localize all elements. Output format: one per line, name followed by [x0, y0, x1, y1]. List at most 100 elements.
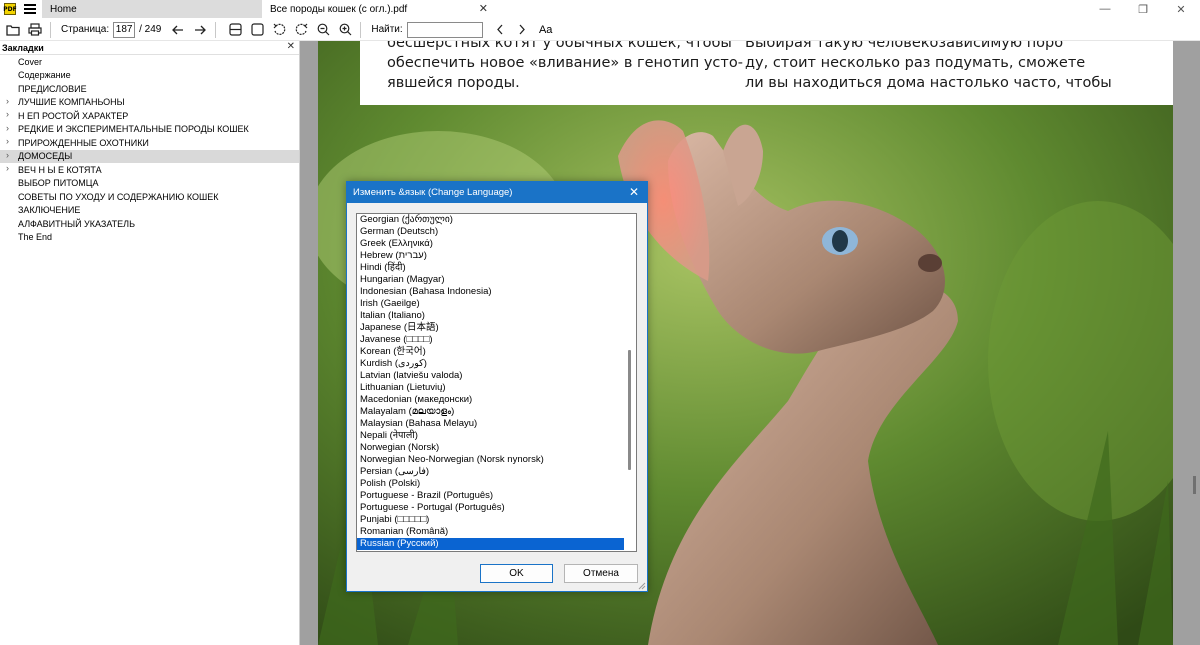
bookmark-item[interactable]: › ДОМОСЕДЫ [0, 149, 299, 163]
text-column-right: Выбирая такую человекозависимую поро ду, … [745, 41, 1112, 93]
language-option[interactable]: Korean (한국어) [357, 346, 636, 358]
bookmark-item[interactable]: ВЫБОР ПИТОМЦА [0, 177, 299, 191]
dialog-title: Изменить &язык (Change Language) [353, 187, 513, 198]
dialog-title-bar: Изменить &язык (Change Language) ✕ [347, 182, 647, 203]
expand-chevron-icon[interactable]: › [6, 136, 9, 146]
language-option[interactable]: Russian (Русский) [357, 538, 625, 550]
page-total: / 249 [139, 24, 162, 35]
page-label: Страница: [61, 24, 110, 35]
language-option[interactable]: Macedonian (македонски) [357, 394, 636, 406]
language-option[interactable]: Kurdish (کوردی) [357, 358, 636, 370]
bookmark-item[interactable]: ЗАКЛЮЧЕНИЕ [0, 204, 299, 218]
page-text-strip: бесшерстных котят у обычных кошек, чтобы… [360, 41, 1173, 105]
bookmark-item[interactable]: Содержание [0, 69, 299, 83]
window-close-button[interactable]: ✕ [1162, 3, 1200, 16]
language-option[interactable]: Georgian (ქართული) [357, 214, 636, 226]
toolbar-divider [215, 21, 217, 38]
language-option[interactable]: Lithuanian (Lietuvių) [357, 382, 636, 394]
language-option[interactable]: Punjabi (□□□□□) [357, 514, 636, 526]
language-list-scroll-thumb[interactable] [628, 350, 631, 470]
language-option[interactable]: Polish (Polski) [357, 478, 636, 490]
bookmark-item[interactable]: АЛФАВИТНЫЙ УКАЗАТЕЛЬ [0, 217, 299, 231]
text-line: обеспечить новое «вливание» в генотип ус… [387, 55, 743, 71]
bookmark-item[interactable]: › ПРИРОЖДЕННЫЕ ОХОТНИКИ [0, 136, 299, 150]
language-option[interactable]: Malayalam (മലയാളം) [357, 406, 636, 418]
dialog-close-icon[interactable]: ✕ [629, 185, 639, 199]
bookmark-item[interactable]: СОВЕТЫ ПО УХОДУ И СОДЕРЖАНИЮ КОШЕК [0, 190, 299, 204]
language-option[interactable]: German (Deutsch) [357, 226, 636, 238]
cancel-button[interactable]: Отмена [564, 564, 638, 583]
language-option[interactable]: Hebrew (עברית) [357, 250, 636, 262]
toolbar-divider [360, 21, 362, 38]
minimize-button[interactable]: — [1086, 3, 1124, 16]
language-option[interactable]: Persian (فارسی) [357, 466, 636, 478]
bookmark-item[interactable]: › Н ЕП РОСТОЙ ХАРАКТЕР [0, 109, 299, 123]
bookmark-list: Cover Содержание ПРЕДИСЛОВИЕ › ЛУЧШИЕ КОМПАН… [0, 55, 299, 244]
tab-document[interactable]: Все породы кошек (с огл.).pdf ✕ [262, 0, 494, 18]
find-next-icon[interactable] [513, 21, 531, 39]
language-option[interactable]: Javanese (□□□□) [357, 334, 636, 346]
bookmark-item[interactable]: The End [0, 231, 299, 245]
language-option[interactable]: Norwegian (Norsk) [357, 442, 636, 454]
menu-icon[interactable] [24, 4, 36, 14]
rotate-left-icon[interactable] [270, 21, 288, 39]
print-icon[interactable] [26, 21, 44, 39]
bookmarks-header: Закладки ✕ [0, 41, 299, 55]
zoom-in-icon[interactable] [336, 21, 354, 39]
fit-page-icon[interactable] [226, 21, 244, 39]
language-option[interactable]: Hindi (हिंदी) [357, 262, 636, 274]
fit-width-icon[interactable] [248, 21, 266, 39]
language-option[interactable]: Indonesian (Bahasa Indonesia) [357, 286, 636, 298]
change-language-dialog: Изменить &язык (Change Language) ✕ Georg… [346, 181, 648, 592]
language-option[interactable]: Hungarian (Magyar) [357, 274, 636, 286]
bookmark-item[interactable]: ПРЕДИСЛОВИЕ [0, 82, 299, 96]
tab-close-icon[interactable]: ✕ [479, 2, 488, 15]
language-option[interactable]: Portuguese - Brazil (Português) [357, 490, 636, 502]
language-option[interactable]: Norwegian Neo-Norwegian (Norsk nynorsk) [357, 454, 636, 466]
arrow-right-icon[interactable] [191, 21, 209, 39]
tab-home[interactable]: Home [42, 0, 262, 18]
bookmark-item[interactable]: › ЛУЧШИЕ КОМПАНЬОНЫ [0, 96, 299, 110]
language-option[interactable]: Malaysian (Bahasa Melayu) [357, 418, 636, 430]
bookmark-item[interactable]: › РЕДКИЕ И ЭКСПЕРИМЕНТАЛЬНЫЕ ПОРОДЫ КОШЕК [0, 123, 299, 137]
match-case-icon[interactable]: Aa [535, 21, 557, 39]
expand-chevron-icon[interactable]: › [6, 163, 9, 173]
bookmark-label: РЕДКИЕ И ЭКСПЕРИМЕНТАЛЬНЫЕ ПОРОДЫ КОШЕК [18, 124, 249, 135]
bookmarks-close-icon[interactable]: ✕ [287, 41, 295, 52]
ok-button[interactable]: OK [480, 564, 553, 583]
page-number-input[interactable] [113, 21, 136, 38]
arrow-left-icon[interactable] [169, 21, 187, 39]
language-option[interactable]: Italian (Italiano) [357, 310, 636, 322]
expand-chevron-icon[interactable]: › [6, 109, 9, 119]
bookmarks-panel: Закладки ✕ Cover Содержание ПРЕДИСЛОВИЕ › ЛУ… [0, 41, 300, 645]
find-input[interactable] [406, 21, 483, 38]
expand-chevron-icon[interactable]: › [6, 123, 9, 133]
rotate-right-icon[interactable] [292, 21, 310, 39]
bookmark-item[interactable]: Cover [0, 55, 299, 69]
bookmark-label: ВЫБОР ПИТОМЦА [18, 178, 99, 189]
bookmark-label: АЛФАВИТНЫЙ УКАЗАТЕЛЬ [18, 218, 135, 229]
language-option[interactable]: Japanese (日本語) [357, 322, 636, 334]
language-listbox[interactable]: Georgian (ქართული) German (Deutsch) Greek … [356, 213, 637, 552]
expand-chevron-icon[interactable]: › [6, 150, 9, 160]
language-option[interactable]: Portuguese - Portugal (Português) [357, 502, 636, 514]
resize-grip-icon[interactable] [638, 582, 646, 590]
open-folder-icon[interactable] [4, 21, 22, 39]
zoom-out-icon[interactable] [314, 21, 332, 39]
language-option[interactable]: Greek (Ελληνικά) [357, 238, 636, 250]
text-line: Выбирая такую человекозависимую поро [745, 41, 1064, 51]
language-list-scrollbar[interactable] [624, 214, 636, 551]
language-option[interactable]: Romanian (Română) [357, 526, 636, 538]
text-line: явшейся породы. [387, 75, 520, 91]
tab-document-label: Все породы кошек (с огл.).pdf [270, 3, 408, 15]
bookmark-label: ПРЕДИСЛОВИЕ [18, 83, 87, 94]
document-scrollbar[interactable] [1193, 476, 1196, 494]
language-option[interactable]: Latvian (latviešu valoda) [357, 370, 636, 382]
expand-chevron-icon[interactable]: › [6, 96, 9, 106]
bookmark-item[interactable]: › ВЕЧ Н Ы Е КОТЯТА [0, 163, 299, 177]
find-previous-icon[interactable] [491, 21, 509, 39]
language-option[interactable]: Nepali (नेपाली) [357, 430, 636, 442]
maximize-button[interactable]: ❐ [1124, 3, 1162, 16]
language-option[interactable]: Irish (Gaeilge) [357, 298, 636, 310]
language-list: Georgian (ქართული) German (Deutsch) Greek … [357, 214, 636, 550]
